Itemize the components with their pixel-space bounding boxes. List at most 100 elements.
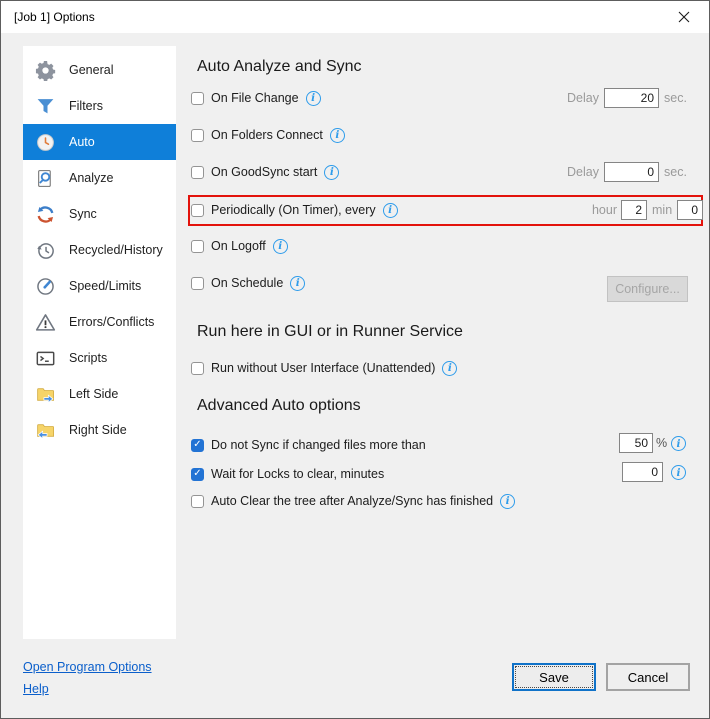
sec-label: sec.	[664, 165, 687, 179]
sidebar-item-speed-limits[interactable]: Speed/Limits	[23, 268, 176, 304]
filter-icon	[37, 98, 54, 113]
row-auto-clear: Auto Clear the tree after Analyze/Sync h…	[191, 492, 516, 510]
section-title-runner: Run here in GUI or in Runner Service	[197, 323, 463, 340]
min-input[interactable]	[677, 200, 703, 220]
sidebar-item-scripts[interactable]: Scripts	[23, 340, 176, 376]
do-not-sync-checkbox[interactable]	[191, 438, 204, 452]
percent-label: %	[656, 436, 668, 450]
on-logoff-label: On Logoff	[211, 239, 266, 253]
sidebar-item-right-side[interactable]: Right Side	[23, 412, 176, 448]
min-label: min	[652, 203, 673, 217]
row-on-file-change: On File Change	[191, 89, 321, 107]
on-schedule-label: On Schedule	[211, 276, 284, 290]
close-icon	[678, 11, 690, 23]
row-on-logoff: On Logoff	[191, 237, 288, 255]
sidebar-item-auto[interactable]: Auto	[23, 124, 176, 160]
info-icon[interactable]	[290, 275, 306, 291]
file-change-delay-input[interactable]	[604, 88, 659, 108]
sidebar-item-label: General	[69, 63, 114, 77]
sidebar-item-label: Analyze	[69, 171, 114, 185]
folder-arrow-left-icon	[37, 423, 55, 439]
sidebar-item-label: Auto	[69, 135, 95, 149]
info-icon[interactable]	[329, 127, 345, 143]
sidebar-item-errors-conflicts[interactable]: Errors/Conflicts	[23, 304, 176, 340]
on-goodsync-start-label: On GoodSync start	[211, 165, 318, 179]
sidebar-item-label: Recycled/History	[69, 243, 163, 257]
gauge-icon	[37, 277, 54, 295]
section-title-auto: Auto Analyze and Sync	[197, 58, 362, 75]
row-periodically: Periodically (On Timer), every	[191, 201, 398, 219]
configure-button[interactable]: Configure...	[607, 276, 688, 302]
row-on-goodsync-start: On GoodSync start	[191, 163, 340, 181]
options-dialog: [Job 1] Options General Filters Auto Ana…	[0, 0, 710, 719]
save-button-label: Save	[539, 669, 569, 685]
hour-input[interactable]	[621, 200, 647, 220]
history-icon	[37, 242, 54, 259]
info-icon[interactable]	[671, 436, 686, 451]
info-icon[interactable]	[500, 493, 516, 509]
warning-icon	[35, 313, 56, 331]
cancel-button-label: Cancel	[627, 669, 669, 685]
folder-arrow-right-icon	[37, 387, 55, 403]
goodsync-start-delay-input[interactable]	[604, 162, 659, 182]
sidebar-item-left-side[interactable]: Left Side	[23, 376, 176, 412]
auto-clear-label: Auto Clear the tree after Analyze/Sync h…	[211, 494, 494, 508]
sidebar: General Filters Auto Analyze Sync Recycl…	[23, 46, 176, 639]
sidebar-item-general[interactable]: General	[23, 52, 176, 88]
sidebar-item-label: Filters	[69, 99, 104, 113]
gear-icon	[35, 60, 56, 81]
wait-for-locks-input[interactable]	[622, 462, 663, 482]
sidebar-item-label: Errors/Conflicts	[69, 315, 155, 329]
sidebar-item-label: Scripts	[69, 351, 108, 365]
periodically-label: Periodically (On Timer), every	[211, 203, 376, 217]
do-not-sync-label: Do not Sync if changed files more than	[211, 438, 426, 452]
wait-for-locks-label: Wait for Locks to clear, minutes	[211, 467, 385, 481]
on-goodsync-start-checkbox[interactable]	[191, 165, 204, 179]
run-without-ui-label: Run without User Interface (Unattended)	[211, 361, 436, 375]
hour-label: hour	[591, 203, 617, 217]
sidebar-item-label: Sync	[69, 207, 97, 221]
do-not-sync-percent-input[interactable]	[619, 433, 653, 453]
row-do-not-sync: Do not Sync if changed files more than	[191, 436, 426, 454]
info-icon[interactable]	[305, 90, 321, 106]
cancel-button[interactable]: Cancel	[606, 663, 690, 691]
section-title-advanced: Advanced Auto options	[197, 397, 361, 414]
auto-clear-checkbox[interactable]	[191, 494, 204, 508]
sidebar-item-label: Speed/Limits	[69, 279, 142, 293]
delay-label: Delay	[567, 91, 599, 105]
sec-label: sec.	[664, 91, 687, 105]
sync-icon	[37, 205, 54, 223]
info-icon[interactable]	[382, 202, 398, 218]
terminal-icon	[36, 351, 55, 365]
info-icon[interactable]	[671, 465, 686, 480]
row-on-schedule: On Schedule	[191, 274, 306, 292]
clock-icon	[37, 133, 54, 151]
on-logoff-checkbox[interactable]	[191, 239, 204, 253]
row-on-folders-connect: On Folders Connect	[191, 126, 345, 144]
open-program-options-link[interactable]: Open Program Options	[23, 660, 152, 674]
analyze-icon	[38, 169, 51, 187]
info-icon[interactable]	[442, 360, 458, 376]
on-folders-connect-checkbox[interactable]	[191, 128, 204, 142]
info-icon[interactable]	[272, 238, 288, 254]
titlebar: [Job 1] Options	[1, 1, 709, 33]
sidebar-item-recycled-history[interactable]: Recycled/History	[23, 232, 176, 268]
periodically-checkbox[interactable]	[191, 203, 204, 217]
on-file-change-label: On File Change	[211, 91, 299, 105]
help-link[interactable]: Help	[23, 682, 49, 696]
on-schedule-checkbox[interactable]	[191, 276, 204, 290]
row-wait-for-locks: Wait for Locks to clear, minutes	[191, 465, 384, 483]
save-button[interactable]: Save	[512, 663, 596, 691]
info-icon[interactable]	[324, 164, 340, 180]
run-without-ui-checkbox[interactable]	[191, 361, 204, 375]
sidebar-item-analyze[interactable]: Analyze	[23, 160, 176, 196]
close-button[interactable]	[669, 5, 699, 29]
on-file-change-checkbox[interactable]	[191, 91, 204, 105]
window-title: [Job 1] Options	[14, 10, 95, 24]
sidebar-item-label: Right Side	[69, 423, 127, 437]
sidebar-item-label: Left Side	[69, 387, 119, 401]
sidebar-item-sync[interactable]: Sync	[23, 196, 176, 232]
delay-label: Delay	[567, 165, 599, 179]
sidebar-item-filters[interactable]: Filters	[23, 88, 176, 124]
wait-for-locks-checkbox[interactable]	[191, 467, 204, 481]
